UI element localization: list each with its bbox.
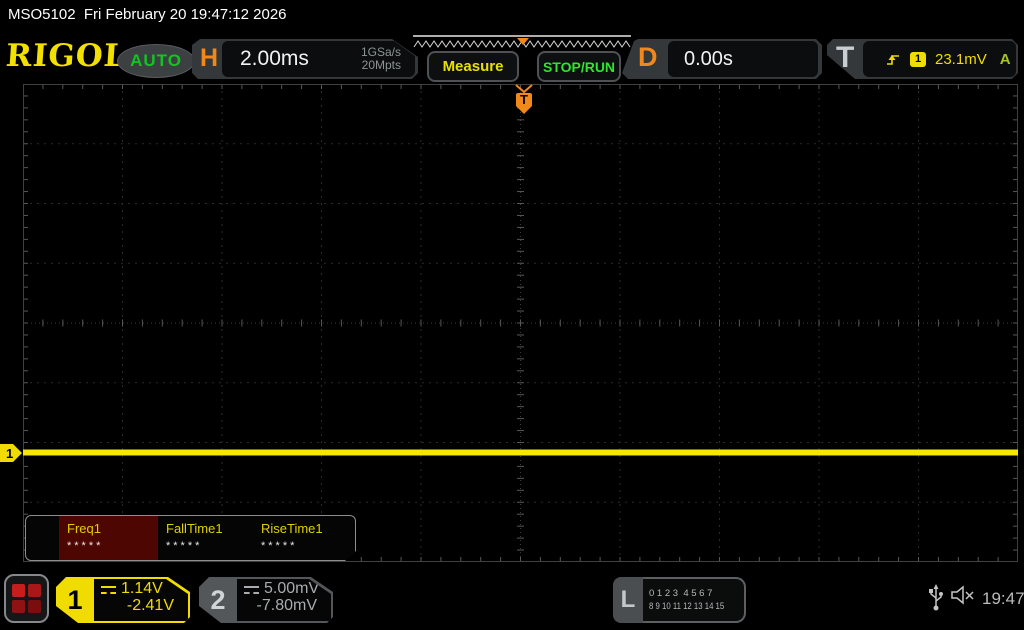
delay-value: 0.00s: [684, 47, 733, 70]
status-bar: MSO5102 Fri February 20 19:47:12 2026: [8, 6, 287, 23]
trigger-source-badge: 1: [910, 51, 926, 67]
wavebar-position-triangle[interactable]: [517, 38, 529, 45]
measurement-item-falltime1[interactable]: FallTime1 *****: [158, 516, 253, 560]
measurement-value: *****: [261, 540, 298, 552]
trigger-position-marker[interactable]: T: [513, 84, 535, 116]
stop-run-button[interactable]: STOP/RUN: [537, 51, 621, 82]
auto-status-button[interactable]: AUTO: [117, 44, 195, 78]
model-name: MSO5102: [8, 6, 76, 23]
channel1-values: 1.14V -2.41V: [94, 579, 188, 621]
delay-pill[interactable]: D 0.00s: [622, 39, 822, 79]
channel1-number: 1: [67, 584, 83, 615]
clock-display: 19:47: [982, 589, 1024, 608]
graticule: [23, 84, 1018, 562]
channel2-offset: -7.80mV: [256, 597, 317, 614]
measurement-label: RiseTime1: [261, 521, 323, 536]
datetime-text: Fri February 20 19:47:12 2026: [83, 6, 287, 23]
logic-row-2: 8 9 10 11 12 13 14 15: [649, 601, 725, 612]
trigger-label: T: [836, 41, 855, 74]
measurement-panel: Freq1 ***** FallTime1 ***** RiseTime1 **…: [25, 515, 356, 561]
channel1-status-block[interactable]: 1 1.14V -2.41V: [56, 577, 190, 623]
sample-rate-block: 1GSa/s 20Mpts: [361, 46, 401, 72]
logic-channel-list: 0 1 2 3 4 5 6 7 8 9 10 11 12 13 14 15: [643, 577, 746, 623]
memory-depth: 20Mpts: [361, 58, 401, 72]
rigol-logo: RIGOL: [4, 38, 128, 74]
channel1-offset: -2.41V: [126, 597, 174, 614]
status-gap: [76, 6, 84, 23]
timebase-value: 2.00ms: [240, 47, 309, 70]
dc-coupling-icon: [244, 586, 259, 594]
sample-rate: 1GSa/s: [360, 45, 401, 59]
channel1-position-marker[interactable]: 1: [0, 443, 23, 463]
logic-label: L: [613, 577, 643, 623]
measurement-label: Freq1: [67, 521, 101, 536]
rising-edge-icon: [887, 54, 899, 65]
trigger-marker-letter: T: [520, 92, 528, 107]
red-square-icon: [12, 600, 25, 613]
channel1-trace[interactable]: [23, 450, 1018, 455]
windows-menu-button[interactable]: [4, 574, 49, 623]
delay-inner: 0.00s: [668, 41, 818, 77]
horizontal-label: H: [200, 44, 219, 72]
oscilloscope-screen: MSO5102 Fri February 20 19:47:12 2026 RI…: [0, 0, 1024, 630]
channel2-scale: 5.00mV: [264, 580, 320, 597]
channel2-number: 2: [210, 584, 226, 615]
waveform-position-bar[interactable]: [412, 35, 632, 49]
delay-label: D: [638, 42, 658, 72]
red-square-icon: [12, 584, 25, 597]
trigger-pill[interactable]: T 1 23.1mV A: [827, 39, 1018, 79]
speaker-muted-icon: [951, 585, 974, 605]
measurement-value: *****: [166, 540, 203, 552]
channel1-scale: 1.14V: [121, 580, 163, 597]
measurement-value: *****: [67, 540, 104, 552]
trigger-level-value: 23.1mV: [935, 50, 987, 68]
horizontal-inner: 2.00ms 1GSa/s 20Mpts: [222, 41, 415, 77]
trigger-inner: 1 23.1mV A: [863, 41, 1016, 77]
channel2-values: 5.00mV -7.80mV: [237, 579, 331, 621]
measurement-item-risetime1[interactable]: RiseTime1 *****: [253, 516, 348, 560]
red-square-icon: [28, 584, 41, 597]
dc-coupling-icon: [101, 586, 116, 594]
red-square-icon: [28, 600, 41, 613]
measurement-label: FallTime1: [166, 521, 223, 536]
channel1-marker-number: 1: [6, 446, 13, 461]
logic-channels-block[interactable]: L 0 1 2 3 4 5 6 7 8 9 10 11 12 13 14 15: [613, 577, 746, 623]
measurement-item-freq1[interactable]: Freq1 *****: [59, 516, 158, 560]
logic-row-1: 0 1 2 3 4 5 6 7: [649, 588, 713, 599]
usb-icon: [929, 584, 943, 611]
channel2-status-block[interactable]: 2 5.00mV -7.80mV: [199, 577, 333, 623]
horizontal-timebase-pill[interactable]: H 2.00ms 1GSa/s 20Mpts: [192, 39, 418, 79]
measure-button[interactable]: Measure: [427, 51, 519, 82]
trigger-mode: A: [999, 50, 1011, 68]
